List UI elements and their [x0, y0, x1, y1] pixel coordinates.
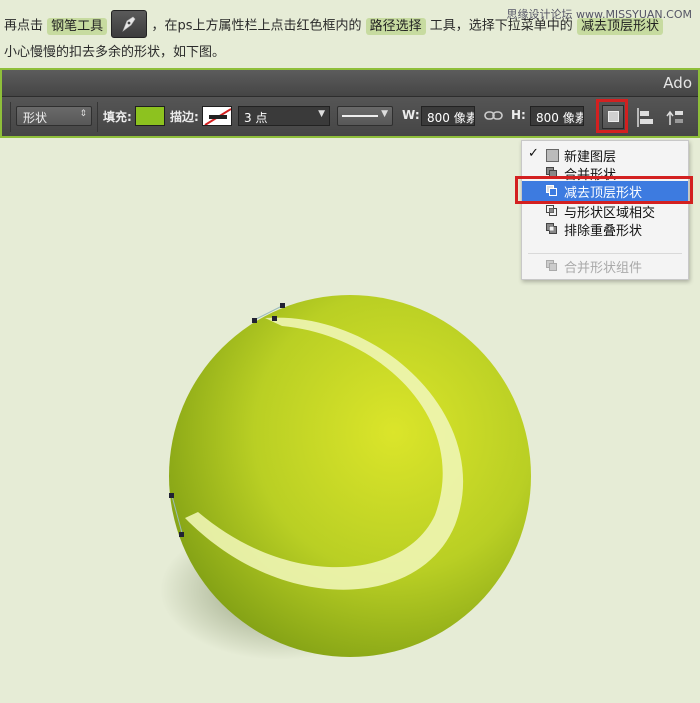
menu-item-intersect-shapes[interactable]: 与形状区域相交 — [522, 201, 688, 221]
pen-tool-button[interactable] — [111, 10, 148, 38]
updown-arrow-icon: ⇕ — [79, 109, 87, 119]
path-operations-button[interactable] — [596, 99, 628, 133]
anchor-point[interactable] — [179, 532, 184, 537]
intro-part3: 工具，选择下拉菜单中的 — [429, 18, 573, 34]
fill-color-swatch[interactable] — [135, 106, 165, 126]
options-toolbar: Ado 形状 ⇕ 填充: 描边: 3 点 ▼ ▼ W: 800 像素 H: 80… — [0, 68, 700, 138]
path-select-highlight: 路径选择 — [365, 17, 426, 35]
menu-item-label: 合并形状组件 — [564, 261, 643, 276]
tennis-ball-illustration — [160, 295, 531, 660]
height-field[interactable]: 800 像素 — [530, 106, 584, 126]
app-title: Ado — [663, 74, 692, 92]
menu-item-exclude-overlap[interactable]: 排除重叠形状 — [522, 219, 688, 239]
link-icon[interactable] — [484, 109, 504, 129]
exclude-overlap-icon — [546, 223, 557, 234]
shape-mode-value: 形状 — [23, 111, 48, 125]
divider — [97, 102, 98, 132]
width-label: W: — [402, 108, 420, 122]
anchor-point[interactable] — [169, 493, 174, 498]
shape-mode-select[interactable]: 形状 ⇕ — [16, 106, 92, 126]
intro-part2: ，在ps上方属性栏上点击红色框内的 — [151, 18, 362, 34]
new-layer-icon — [546, 149, 559, 162]
intro-part1: 再点击 — [4, 18, 44, 34]
stroke-width-value: 3 点 — [244, 111, 268, 125]
path-arrangement-icon[interactable] — [666, 107, 686, 127]
check-icon: ✓ — [528, 146, 539, 161]
anchor-point[interactable] — [272, 316, 277, 321]
width-value: 800 像素 — [427, 111, 475, 125]
line-style-icon — [342, 115, 378, 117]
pen-icon — [122, 16, 136, 32]
anchor-point[interactable] — [252, 318, 257, 323]
stroke-color-swatch[interactable] — [202, 106, 232, 126]
stroke-label: 描边: — [170, 110, 199, 124]
chevron-down-icon: ▼ — [381, 109, 388, 119]
intersect-shapes-icon — [546, 205, 557, 216]
pen-tool-highlight: 钢笔工具 — [47, 17, 108, 35]
menu-divider — [528, 253, 682, 254]
anchor-point[interactable] — [280, 303, 285, 308]
fill-label: 填充: — [103, 110, 132, 124]
path-alignment-icon[interactable] — [636, 107, 656, 127]
stroke-type-select[interactable]: ▼ — [337, 106, 393, 126]
height-label: H: — [511, 108, 526, 122]
instruction-text: 再点击 钢笔工具 ，在ps上方属性栏上点击红色框内的 路径选择 工具，选择下拉菜… — [4, 10, 694, 66]
path-operations-menu: ✓ 新建图层 合并形状 减去顶层形状 与形状区域相交 排除重叠形状 合并形状组件 — [521, 140, 689, 280]
options-row: 形状 ⇕ 填充: 描边: 3 点 ▼ ▼ W: 800 像素 H: 800 像素 — [2, 97, 698, 136]
menu-item-merge-components: 合并形状组件 — [522, 256, 688, 276]
merge-components-icon — [546, 260, 557, 271]
menu-item-label: 排除重叠形状 — [564, 224, 643, 239]
divider — [10, 102, 11, 132]
no-stroke-icon — [204, 108, 231, 125]
stroke-width-field[interactable]: 3 点 ▼ — [238, 106, 330, 126]
chevron-down-icon: ▼ — [318, 109, 325, 119]
title-bar: Ado — [2, 70, 698, 97]
height-value: 800 像素 — [536, 111, 584, 125]
highlight-frame — [515, 176, 693, 204]
subtract-highlight: 减去顶层形状 — [576, 17, 663, 35]
width-field[interactable]: 800 像素 — [421, 106, 475, 126]
menu-item-new-layer[interactable]: ✓ 新建图层 — [522, 145, 688, 165]
ball-body — [169, 295, 531, 657]
path-ops-icon — [602, 105, 624, 129]
intro-part4: 小心慢慢的扣去多余的形状，如下图。 — [4, 45, 226, 60]
